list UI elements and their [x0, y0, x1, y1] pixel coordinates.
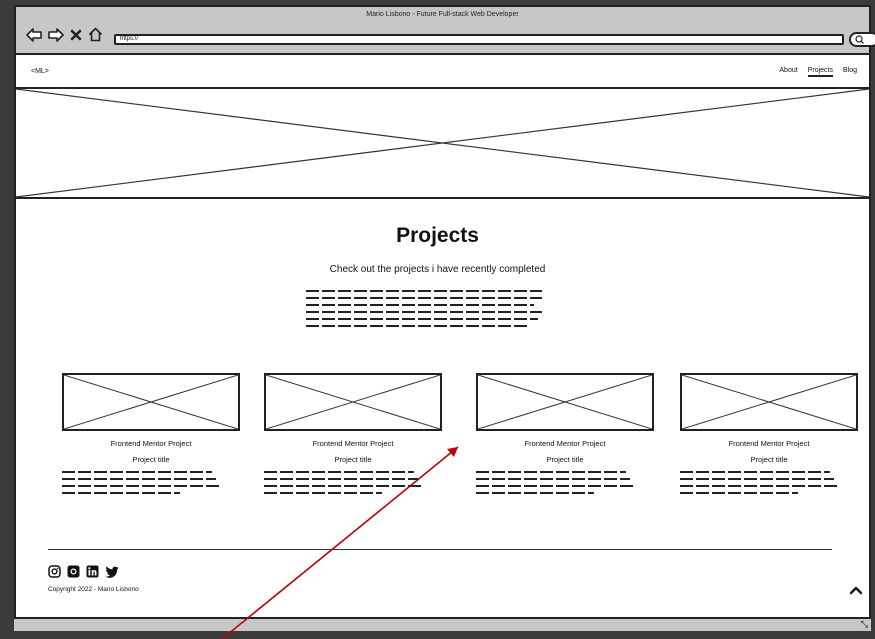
forward-arrow-icon[interactable] [48, 27, 64, 47]
back-arrow-icon[interactable] [26, 27, 42, 47]
project-description-placeholder [476, 471, 654, 494]
project-name[interactable]: Frontend Mentor Project [264, 439, 442, 448]
project-title: Project title [334, 455, 372, 464]
site-header: <ML> About Projects Blog [16, 55, 869, 89]
nav-link-blog[interactable]: Blog [843, 67, 857, 77]
project-name[interactable]: Frontend Mentor Project [476, 439, 654, 448]
twitter-icon[interactable] [105, 565, 119, 578]
project-name[interactable]: Frontend Mentor Project [680, 439, 858, 448]
nav-link-about[interactable]: About [779, 67, 797, 77]
address-bar[interactable]: https:// [114, 34, 844, 45]
home-icon[interactable] [88, 27, 103, 47]
search-button[interactable] [849, 32, 875, 47]
project-card[interactable]: Frontend Mentor Project Project title [264, 373, 442, 499]
project-description-placeholder [264, 471, 442, 494]
intro-placeholder-text [306, 290, 546, 332]
project-description-placeholder [680, 471, 858, 494]
project-description-placeholder [62, 471, 240, 494]
project-card[interactable]: Frontend Mentor Project Project title [62, 373, 240, 499]
project-card[interactable]: Frontend Mentor Project Project title [680, 373, 858, 499]
project-image-placeholder[interactable] [680, 373, 858, 431]
page-subtitle: Check out the projects i have recently c… [329, 264, 546, 275]
instagram-icon[interactable] [48, 565, 61, 578]
stop-icon[interactable] [70, 28, 82, 46]
project-title: Project title [546, 455, 584, 464]
linkedin-icon[interactable] [86, 565, 99, 578]
title-bar: Mario Lisbono - Future Full-stack Web De… [16, 7, 875, 55]
github-icon[interactable] [67, 565, 80, 578]
copyright-text: Copyright 2022 - Mario Lisbono [48, 586, 139, 593]
nav-link-projects[interactable]: Projects [807, 67, 833, 77]
window-title: Mario Lisbono - Future Full-stack Web De… [366, 11, 519, 18]
project-image-placeholder[interactable] [264, 373, 442, 431]
project-title: Project title [750, 455, 788, 464]
main-nav: About Projects Blog [779, 67, 857, 77]
site-logo[interactable]: <ML> [31, 68, 49, 75]
footer-divider [48, 549, 832, 550]
project-image-placeholder[interactable] [62, 373, 240, 431]
page-title: Projects [396, 224, 479, 247]
scroll-to-top-chevron-icon[interactable] [849, 582, 863, 600]
project-card[interactable]: Frontend Mentor Project Project title [476, 373, 654, 499]
project-image-placeholder[interactable] [476, 373, 654, 431]
project-name[interactable]: Frontend Mentor Project [62, 439, 240, 448]
social-links [48, 565, 119, 578]
hero-image-placeholder [16, 89, 869, 199]
project-title: Project title [132, 455, 170, 464]
